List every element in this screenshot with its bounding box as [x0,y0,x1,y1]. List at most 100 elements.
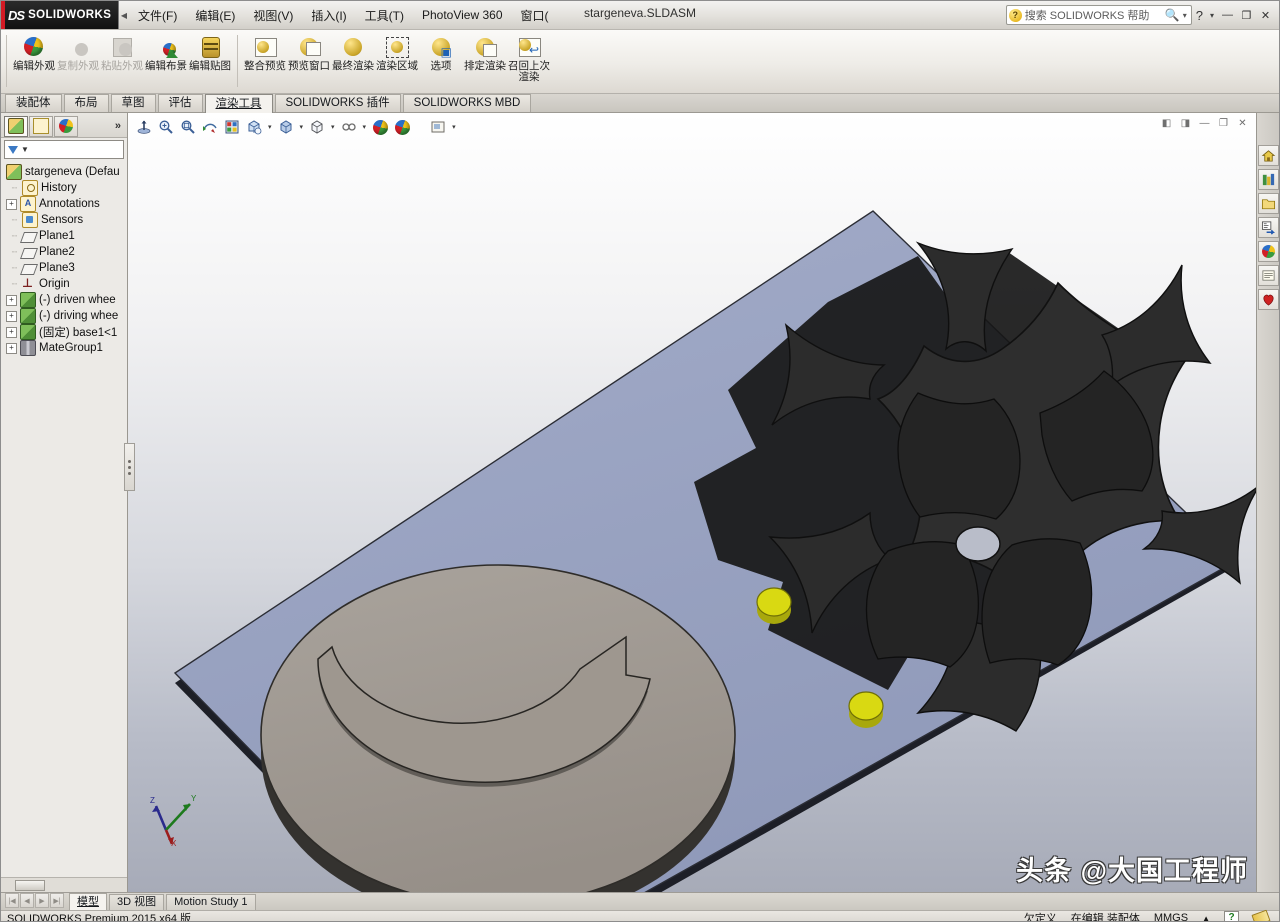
help-dropdown-icon[interactable]: ▾ [1207,11,1217,20]
tree-item-base1[interactable]: + (固定) base1<1 [4,324,127,340]
tree-item-annotations[interactable]: + A Annotations [4,196,127,212]
scrollbar-thumb[interactable] [15,879,45,891]
file-explorer-icon[interactable] [1257,193,1279,214]
filter-dropdown-icon[interactable]: ▼ [21,145,29,154]
edit-decal-button[interactable]: 编辑贴图 [188,33,232,72]
nav-last-button[interactable]: ▶| [50,893,64,908]
maximize-button[interactable]: ❐ [1238,8,1255,23]
options-button[interactable]: ▣ 选项 [419,33,463,72]
expand-icon[interactable]: + [6,342,17,354]
tab-evaluate[interactable]: 评估 [157,94,203,112]
menu-item-edit[interactable]: 编辑(E) [186,4,244,27]
recall-last-render-button[interactable]: ↩ 召回上次渲染 [507,33,551,83]
tree-item-history[interactable]: ┈ History [4,180,127,196]
solidworks-logo[interactable]: DS SOLIDWORKS [1,1,119,29]
view-settings-dropdown-icon[interactable]: ▾ [361,123,369,131]
tree-item-plane1[interactable]: ┈ Plane1 [4,228,127,244]
tree-item-driving-wheel[interactable]: + (-) driving whee [4,308,127,324]
zoom-to-area-icon[interactable] [178,117,198,137]
view-orientation-icon[interactable] [222,117,242,137]
tree-item-plane3[interactable]: ┈ Plane3 [4,260,127,276]
tree-item-mategroup1[interactable]: + MateGroup1 [4,340,127,356]
tree-horizontal-scrollbar[interactable] [1,877,127,892]
graphics-viewport[interactable]: ▾ ▾ ▾ ▾ ▾ ◧ ◨ — ❐ ✕ Z Y X 头条 @大国工程师 [128,113,1256,892]
status-units[interactable]: MMGS [1154,912,1188,921]
search-icon[interactable]: 🔍 [1165,8,1180,22]
view-palette-icon[interactable] [1257,217,1279,238]
edit-appearance-button[interactable]: 编辑外观 [12,33,56,72]
tab-solidworks-addins[interactable]: SOLIDWORKS 插件 [274,94,401,112]
display-style-dropdown-icon[interactable]: ▾ [298,123,306,131]
custom-properties-icon[interactable] [1257,265,1279,286]
feature-manager-tab[interactable] [4,115,28,137]
minimize-doc-icon[interactable]: — [1197,116,1212,130]
maximize-doc-icon[interactable]: ❐ [1216,116,1231,130]
solidworks-forum-icon[interactable] [1257,289,1279,310]
copy-appearance-button[interactable]: 复制外观 [56,33,100,72]
menu-pin-arrow-icon[interactable]: ◀ [119,1,129,29]
design-library-icon[interactable] [1257,169,1279,190]
tree-item-sensors[interactable]: ┈ Sensors [4,212,127,228]
menu-item-file[interactable]: 文件(F) [129,4,186,27]
restore-left-icon[interactable]: ◧ [1159,116,1174,130]
tree-item-driven-wheel[interactable]: + (-) driven whee [4,292,127,308]
menu-item-insert[interactable]: 插入(I) [302,4,355,27]
driving-wheel[interactable] [260,564,736,892]
sw-resources-icon[interactable] [1257,145,1279,166]
menu-item-photoview360[interactable]: PhotoView 360 [413,5,512,25]
expand-icon[interactable]: + [6,294,17,306]
tree-filter-bar[interactable]: ▼ [4,140,124,159]
panel-splitter-handle[interactable] [124,443,135,491]
expand-icon[interactable]: + [6,198,17,210]
tab-solidworks-mbd[interactable]: SOLIDWORKS MBD [402,94,532,112]
nav-first-button[interactable]: |◀ [5,893,19,908]
hide-show-dropdown-icon[interactable]: ▾ [266,123,274,131]
hide-show-items-icon[interactable] [244,117,264,137]
expand-icon[interactable]: + [6,326,17,338]
apply-appearance-icon[interactable] [370,117,390,137]
schedule-render-button[interactable]: 排定渲染 [463,33,507,72]
menu-item-tools[interactable]: 工具(T) [356,4,413,27]
status-help-badge[interactable]: ? [1224,910,1239,921]
view-settings-icon[interactable] [339,117,359,137]
close-doc-icon[interactable]: ✕ [1235,116,1250,130]
final-render-button[interactable]: 最终渲染 [331,33,375,72]
preview-window-button[interactable]: 预览窗口 [287,33,331,72]
display-manager-tab[interactable] [54,115,78,137]
view-capture-dropdown-icon[interactable]: ▾ [450,123,458,131]
bottom-tab-motion-study[interactable]: Motion Study 1 [166,894,256,910]
tree-item-assembly[interactable]: stargeneva (Defau [4,164,127,180]
display-style-icon[interactable] [276,117,296,137]
minimize-button[interactable]: — [1219,8,1236,23]
render-region-button[interactable]: 渲染区域 [375,33,419,72]
section-view-icon[interactable] [134,117,154,137]
units-caret-icon[interactable]: ▲ [1202,914,1210,922]
edit-scene-button[interactable]: 编辑布景 [144,33,188,72]
view-capture-icon[interactable] [428,117,448,137]
bottom-tab-model[interactable]: 模型 [69,893,107,910]
help-icon[interactable]: ? [1194,8,1205,23]
previous-view-icon[interactable] [200,117,220,137]
integrated-preview-button[interactable]: 整合预览 [243,33,287,72]
appearances-scenes-icon[interactable] [1257,241,1279,262]
tab-sketch[interactable]: 草图 [110,94,156,112]
tree-item-origin[interactable]: ┈ ⊥ Origin [4,276,127,292]
tab-assembly[interactable]: 装配体 [5,94,62,112]
tree-overflow-icon[interactable]: » [115,120,125,132]
tab-render-tools[interactable]: 渲染工具 [204,94,273,113]
zoom-in-out-icon[interactable] [156,117,176,137]
nav-prev-button[interactable]: ◀ [20,893,34,908]
hide-show-scene-dropdown-icon[interactable]: ▾ [329,123,337,131]
geneva-mechanism-model[interactable] [128,113,1256,892]
property-manager-tab[interactable] [29,115,53,137]
tab-layout[interactable]: 布局 [63,94,109,112]
menu-item-window[interactable]: 窗口( [512,4,558,27]
search-dropdown-icon[interactable]: ▾ [1183,11,1189,20]
bottom-tab-3d-views[interactable]: 3D 视图 [109,894,165,910]
paste-appearance-button[interactable]: 粘贴外观 [100,33,144,72]
menu-item-view[interactable]: 视图(V) [244,4,302,27]
tree-item-plane2[interactable]: ┈ Plane2 [4,244,127,260]
close-button[interactable]: ✕ [1257,8,1274,23]
nav-next-button[interactable]: ▶ [35,893,49,908]
apply-scene-icon[interactable] [392,117,412,137]
